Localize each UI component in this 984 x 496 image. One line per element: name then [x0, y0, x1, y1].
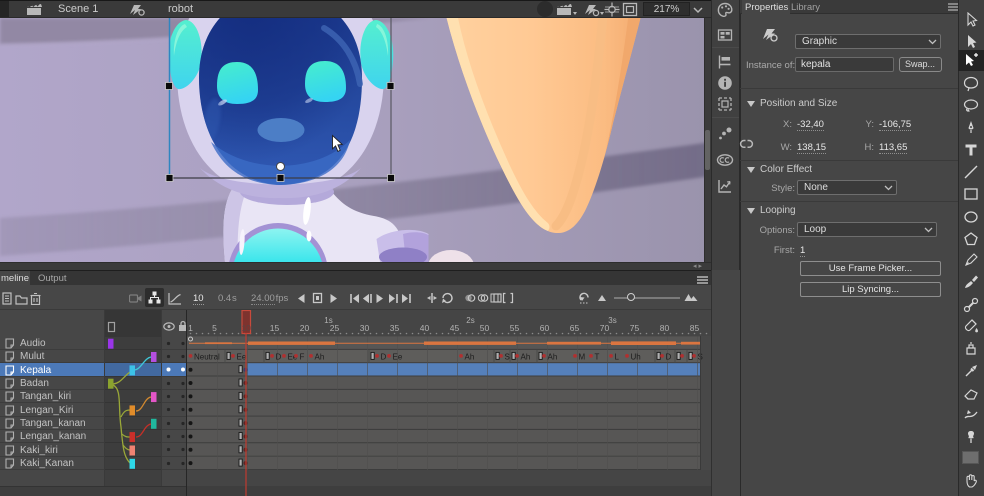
svg-text:5: 5 [212, 323, 217, 333]
svg-text:15: 15 [270, 323, 280, 333]
svg-text:10: 10 [241, 323, 251, 333]
svg-text:20: 20 [300, 323, 310, 333]
svg-text:Uh: Uh [631, 352, 641, 361]
svg-text:70: 70 [600, 323, 610, 333]
svg-text:M: M [579, 352, 586, 361]
svg-text:30: 30 [360, 323, 370, 333]
svg-text:75: 75 [630, 323, 640, 333]
svg-text:35: 35 [390, 323, 400, 333]
svg-text:65: 65 [570, 323, 580, 333]
svg-text:Ah: Ah [521, 352, 531, 361]
svg-text:D: D [276, 352, 282, 361]
svg-text:3s: 3s [608, 316, 616, 325]
svg-text:D: D [381, 352, 387, 361]
svg-text:1: 1 [188, 323, 193, 333]
svg-text:40: 40 [420, 323, 430, 333]
svg-text:F: F [300, 352, 305, 361]
svg-text:25: 25 [330, 323, 340, 333]
svg-text:Ah: Ah [315, 352, 325, 361]
svg-text:85: 85 [690, 323, 700, 333]
svg-text:2s: 2s [466, 316, 474, 325]
svg-text:60: 60 [540, 323, 550, 333]
svg-text:S: S [505, 352, 510, 361]
svg-text:80: 80 [660, 323, 670, 333]
svg-text:Neutral: Neutral [194, 352, 220, 361]
svg-text:Ah: Ah [465, 352, 475, 361]
svg-text:Ah: Ah [548, 352, 558, 361]
svg-text:D: D [666, 352, 672, 361]
svg-text:55: 55 [510, 323, 520, 333]
svg-text:L: L [615, 352, 620, 361]
svg-text:Ee: Ee [237, 352, 247, 361]
svg-text:Ee: Ee [393, 352, 403, 361]
svg-text:50: 50 [480, 323, 490, 333]
svg-text:45: 45 [450, 323, 460, 333]
svg-text:T: T [595, 352, 600, 361]
